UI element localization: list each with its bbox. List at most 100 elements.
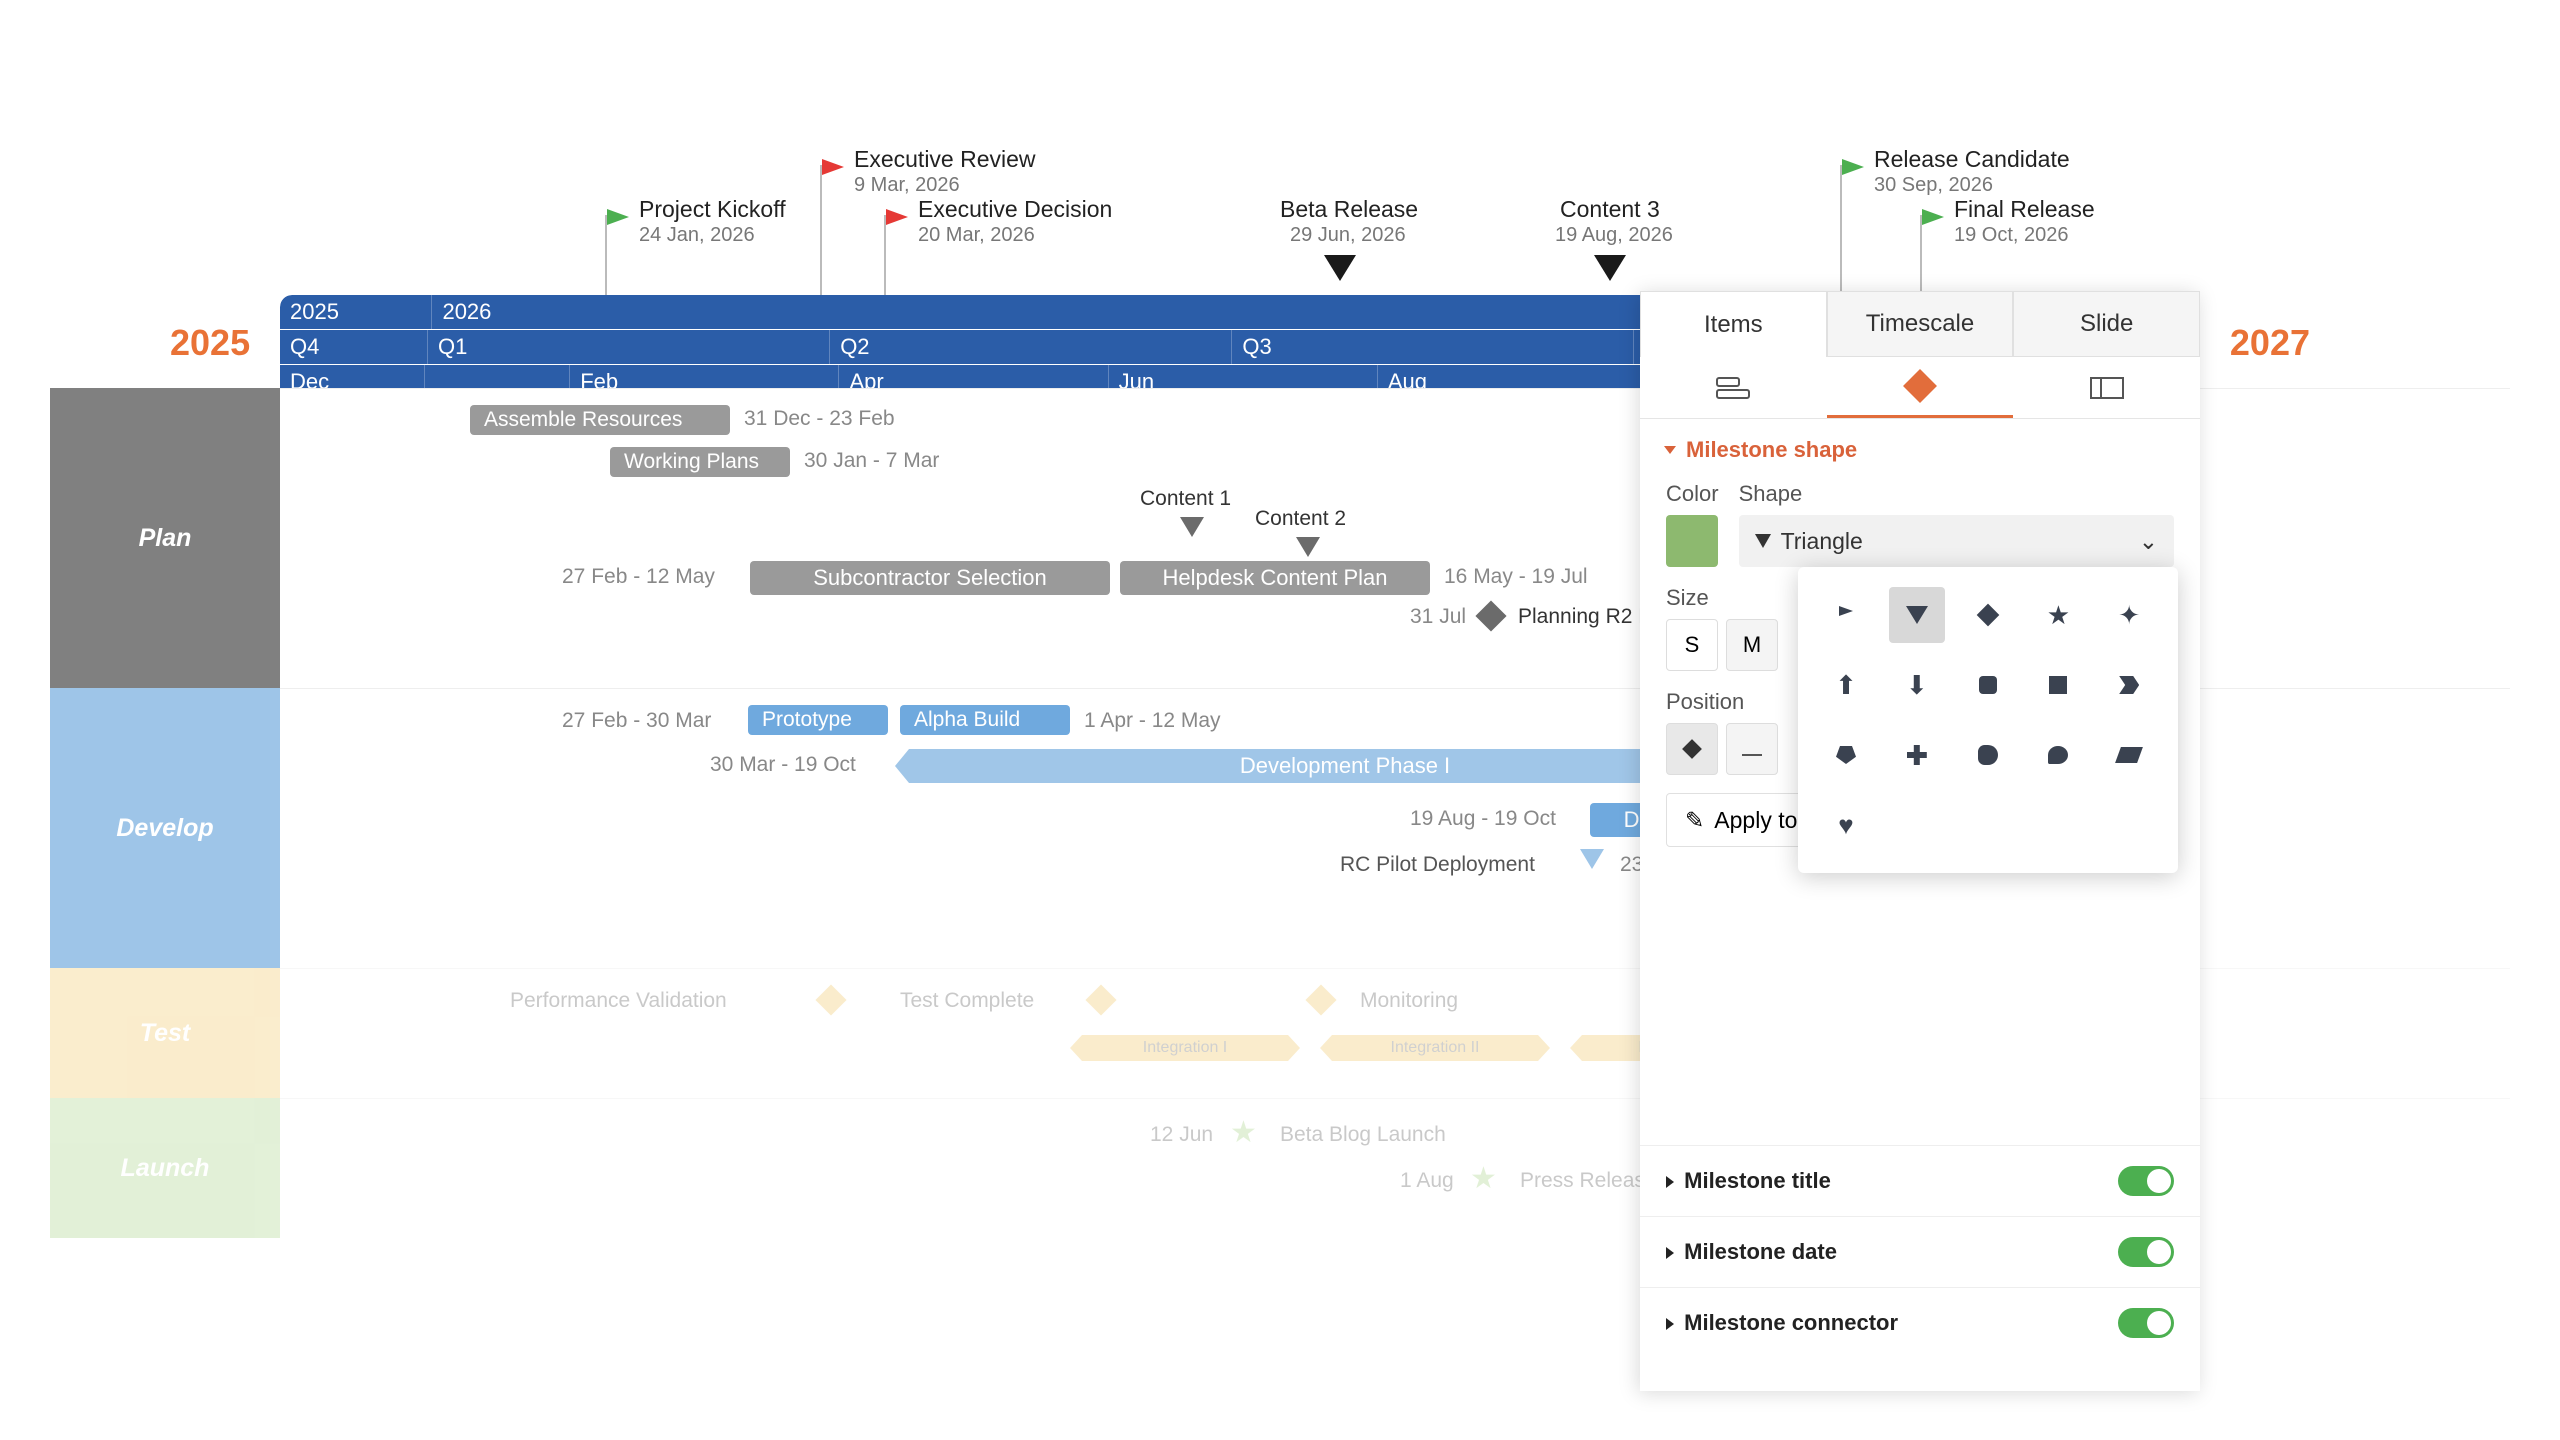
shape-triangle-down[interactable] [1889, 587, 1945, 643]
tab-slide[interactable]: Slide [2013, 291, 2200, 357]
task-bar[interactable]: Subcontractor Selection [750, 561, 1110, 595]
toggle-switch[interactable] [2118, 1237, 2174, 1267]
milestone-date: 30 Sep, 2026 [1874, 174, 1993, 197]
size-button-m[interactable]: M [1726, 619, 1778, 671]
shape-chevron[interactable] [2101, 657, 2157, 713]
subtab-lane-icon[interactable] [2013, 357, 2200, 418]
flag-icon [1842, 159, 1864, 175]
shape-star[interactable]: ★ [2030, 587, 2086, 643]
style-panel: Items Timescale Slide Milestone shape Co… [1640, 291, 2200, 1391]
milestone-date: 29 Jun, 2026 [1290, 224, 1406, 247]
milestone-label: Press Release [1520, 1169, 1657, 1193]
field-label: Size [1666, 585, 1778, 611]
timescale-cell[interactable]: Feb [570, 365, 839, 388]
diamond-icon[interactable] [1475, 600, 1506, 631]
milestone-label: Monitoring [1360, 989, 1458, 1013]
triangle-down-icon[interactable] [1580, 849, 1604, 869]
task-bar[interactable]: Integration I [1070, 1035, 1300, 1061]
timescale-cell[interactable] [425, 365, 570, 388]
year-label-left: 2025 [170, 322, 250, 364]
lane-header: Plan [50, 388, 280, 688]
shape-pentagon[interactable] [1818, 727, 1874, 783]
timescale-cell[interactable]: Apr [839, 365, 1108, 388]
toggle-switch[interactable] [2118, 1308, 2174, 1338]
star-icon[interactable]: ★ [1230, 1115, 1257, 1150]
shape-flag[interactable] [1818, 587, 1874, 643]
shape-burst[interactable]: ✦ [2101, 587, 2157, 643]
timescale-cell[interactable]: Aug [1378, 365, 1647, 388]
milestone-title: Final Release [1954, 196, 2095, 223]
triangle-down-icon[interactable] [1180, 517, 1204, 537]
flag-icon [607, 209, 629, 225]
shape-arrow-down[interactable]: ⬇ [1889, 657, 1945, 713]
toggle-switch[interactable] [2118, 1166, 2174, 1196]
tab-items[interactable]: Items [1640, 291, 1827, 357]
diamond-icon[interactable] [1085, 984, 1116, 1015]
panel-subtabs [1640, 357, 2200, 419]
paint-icon: ✎ [1685, 807, 1704, 834]
task-dates: 27 Feb - 12 May [562, 565, 715, 589]
task-dates: 1 Apr - 12 May [1084, 709, 1221, 733]
timescale-cell[interactable]: Dec [280, 365, 425, 388]
shape-plus[interactable] [1889, 727, 1945, 783]
timescale-cell[interactable]: Q4 [280, 330, 428, 364]
timescale-cell[interactable]: Q1 [428, 330, 830, 364]
milestone-date: 1 Aug [1400, 1169, 1454, 1193]
shape-heart[interactable]: ♥ [1818, 797, 1874, 853]
milestone-title: Content 3 [1560, 196, 1660, 223]
milestone-date: 19 Aug, 2026 [1555, 224, 1673, 247]
milestone-label: Performance Validation [510, 989, 727, 1013]
diamond-icon[interactable] [815, 984, 846, 1015]
timescale-cell[interactable]: Q3 [1232, 330, 1634, 364]
shape-arrow-up[interactable]: ⬆ [1818, 657, 1874, 713]
task-bar[interactable]: Alpha Build [900, 705, 1070, 735]
timescale-cell[interactable]: Jun [1109, 365, 1378, 388]
field-label: Color [1666, 481, 1719, 507]
star-icon[interactable]: ★ [1470, 1161, 1497, 1196]
shape-parallelogram[interactable] [2101, 727, 2157, 783]
milestone-label: Content 1 [1140, 487, 1231, 511]
lane-header: Launch [50, 1098, 280, 1238]
task-bar[interactable]: Helpdesk Content Plan [1120, 561, 1430, 595]
task-bar[interactable]: Integration II [1320, 1035, 1550, 1061]
task-bar[interactable]: Working Plans [610, 447, 790, 477]
task-dates: 19 Aug - 19 Oct [1410, 807, 1556, 831]
subtab-milestone-icon[interactable] [1827, 357, 2014, 418]
milestone-label: Beta Blog Launch [1280, 1123, 1446, 1147]
size-button-s[interactable]: S [1666, 619, 1718, 671]
tab-timescale[interactable]: Timescale [1827, 291, 2014, 357]
shape-rounded-square[interactable] [1960, 657, 2016, 713]
shape-blob[interactable] [2030, 727, 2086, 783]
position-button-on[interactable] [1666, 723, 1718, 775]
shape-square[interactable] [2030, 657, 2086, 713]
milestone-title: Beta Release [1280, 196, 1418, 223]
milestone-date: 9 Mar, 2026 [854, 174, 960, 197]
milestone-date: 19 Oct, 2026 [1954, 224, 2069, 247]
task-dates: 16 May - 19 Jul [1444, 565, 1588, 589]
position-button-above[interactable] [1726, 723, 1778, 775]
shape-squircle[interactable] [1960, 727, 2016, 783]
task-bar[interactable]: Assemble Resources [470, 405, 730, 435]
diamond-icon[interactable] [1305, 984, 1336, 1015]
timescale-cell[interactable]: Q2 [830, 330, 1232, 364]
section-milestone-date[interactable]: Milestone date [1640, 1216, 2200, 1287]
milestone-date: 31 Jul [1410, 605, 1466, 629]
subtab-task-icon[interactable] [1640, 357, 1827, 418]
section-milestone-title[interactable]: Milestone title [1640, 1145, 2200, 1216]
milestone-label: RC Pilot Deployment [1340, 853, 1535, 877]
timescale-cell[interactable]: 2025 [280, 295, 432, 329]
triangle-down-icon[interactable] [1296, 537, 1320, 557]
shape-dropdown[interactable]: Triangle ⌄ [1739, 515, 2174, 567]
shape-diamond[interactable] [1960, 587, 2016, 643]
task-dates: 31 Dec - 23 Feb [744, 407, 895, 431]
task-dates: 27 Feb - 30 Mar [562, 709, 711, 733]
section-milestone-connector[interactable]: Milestone connector [1640, 1287, 2200, 1358]
chevron-down-icon: ⌄ [2139, 528, 2158, 555]
milestone-label: Content 2 [1255, 507, 1346, 531]
task-bar[interactable]: Prototype [748, 705, 888, 735]
task-dates: 30 Jan - 7 Mar [804, 449, 939, 473]
section-header[interactable]: Milestone shape [1666, 437, 2174, 463]
color-picker[interactable] [1666, 515, 1718, 567]
triangle-down-icon [1594, 255, 1626, 281]
flag-icon [886, 209, 908, 225]
